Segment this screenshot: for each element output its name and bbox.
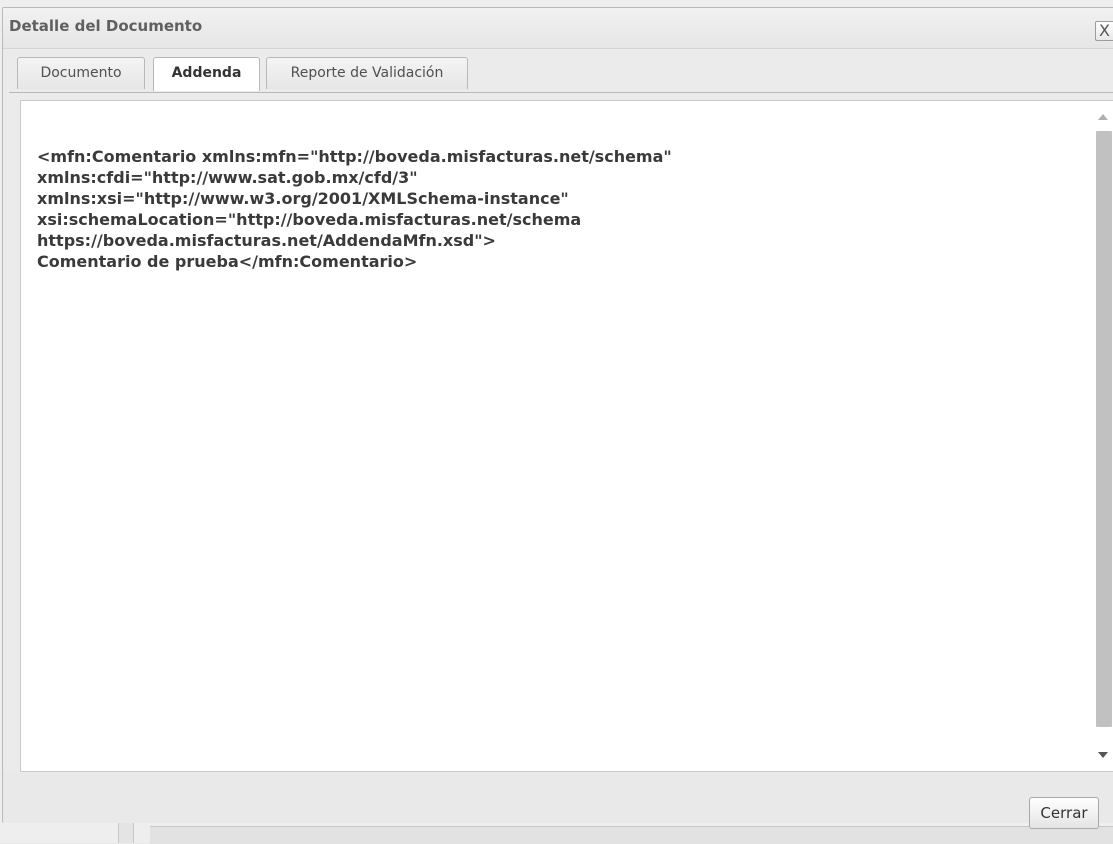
cerrar-button[interactable]: Cerrar: [1029, 797, 1099, 829]
tab-bar: Documento Addenda Reporte de Validación: [9, 52, 1113, 93]
xml-line: xsi:schemaLocation="http://boveda.misfac…: [37, 210, 582, 229]
xml-line: xmlns:cfdi="http://www.sat.gob.mx/cfd/3": [37, 168, 418, 187]
xml-line: <mfn:Comentario xmlns:mfn="http://boveda…: [37, 147, 672, 166]
scroll-up-arrow-icon[interactable]: [1098, 114, 1108, 120]
dialog-titlebar[interactable]: Detalle del Documento X: [3, 8, 1113, 49]
tab-documento[interactable]: Documento: [17, 57, 145, 89]
tab-reporte-label: Reporte de Validación: [290, 65, 444, 81]
close-glyph: X: [1099, 21, 1110, 40]
dialog-footer: Cerrar: [3, 773, 1113, 829]
background-scrollbar: [150, 826, 1113, 844]
vertical-scrollbar[interactable]: [1094, 102, 1113, 770]
xml-line: Comentario de prueba</mfn:Comentario>: [37, 252, 418, 271]
scrollbar-thumb[interactable]: [1096, 131, 1112, 727]
tab-documento-label: Documento: [40, 65, 122, 81]
xml-line: https://boveda.misfacturas.net/AddendaMf…: [37, 231, 496, 250]
close-icon[interactable]: X: [1095, 21, 1113, 41]
tab-addenda[interactable]: Addenda: [153, 57, 260, 91]
document-detail-dialog: Detalle del Documento X Documento Addend…: [2, 7, 1113, 829]
addenda-content-panel: <mfn:Comentario xmlns:mfn="http://boveda…: [20, 100, 1113, 772]
dialog-title: Detalle del Documento: [9, 17, 203, 35]
tab-addenda-label: Addenda: [171, 65, 242, 81]
tab-reporte-de-validacion[interactable]: Reporte de Validación: [266, 57, 468, 89]
addenda-xml-text: <mfn:Comentario xmlns:mfn="http://boveda…: [37, 146, 1077, 272]
xml-line: xmlns:xsi="http://www.w3.org/2001/XMLSch…: [37, 189, 569, 208]
scroll-down-arrow-icon[interactable]: [1098, 752, 1108, 758]
